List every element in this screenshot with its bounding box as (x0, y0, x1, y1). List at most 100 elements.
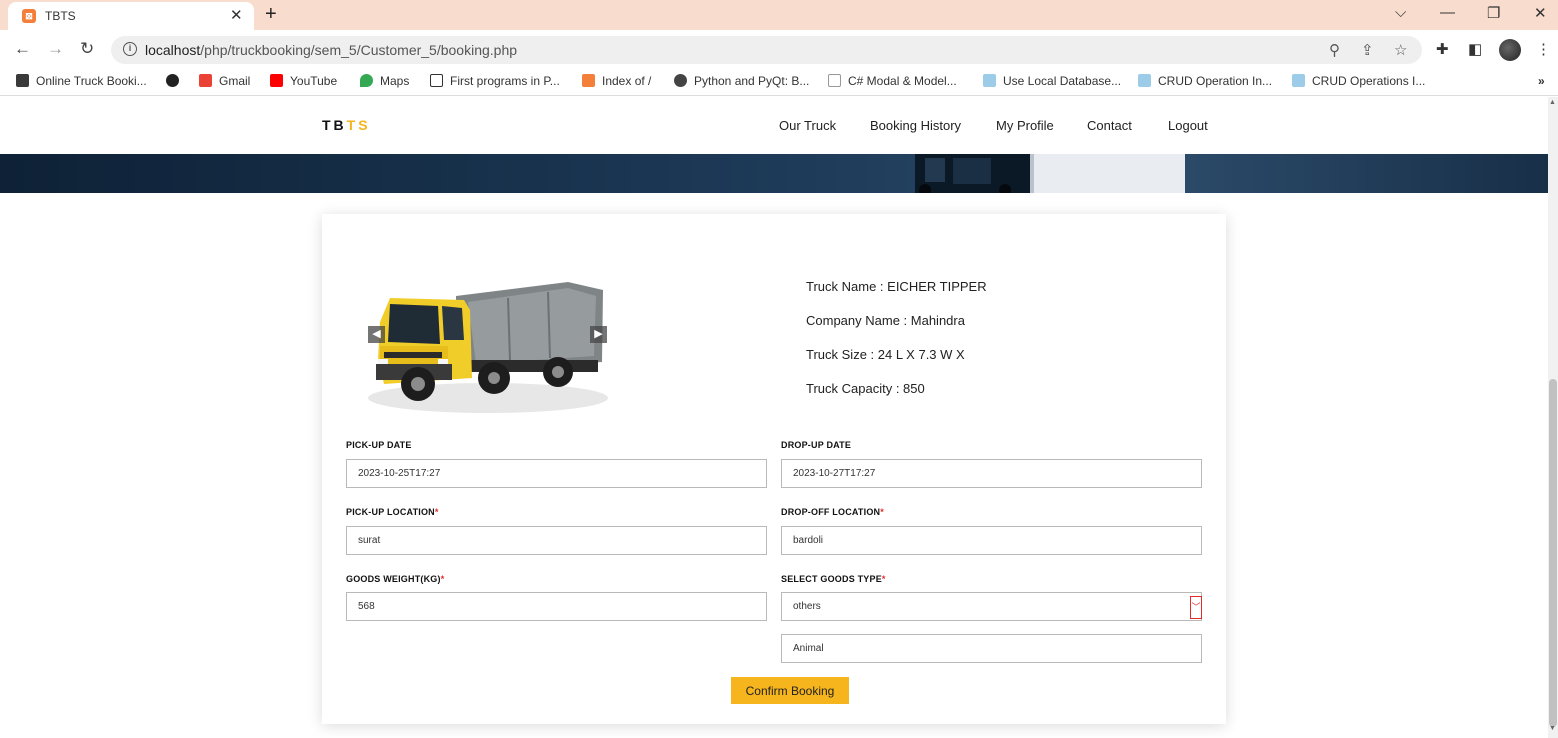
drop-location-input[interactable]: bardoli (781, 526, 1202, 555)
bookmark-star-icon[interactable]: ☆ (1394, 41, 1407, 59)
minimize-icon[interactable]: — (1440, 4, 1455, 21)
bookmark-item[interactable]: Use Local Database... (983, 74, 1121, 88)
drop-date-label: DROP-UP DATE (781, 440, 852, 450)
truck-image (368, 282, 608, 413)
bookmark-label: Gmail (219, 74, 251, 88)
goods-type-label-text: SELECT GOODS TYPE (781, 574, 882, 584)
bookmarks-overflow[interactable]: » (1538, 74, 1545, 88)
bookmarks-bar: Online Truck Booki... Gmail YouTube Maps… (0, 68, 1558, 96)
bookmark-label: C# Modal & Model... (848, 74, 957, 88)
bookmark-label: Online Truck Booki... (36, 74, 147, 88)
bookmark-label: First programs in P... (450, 74, 560, 88)
carousel-next-icon[interactable]: ▶ (590, 326, 607, 343)
page-viewport: TBTS Our Truck Booking History My Profil… (0, 97, 1548, 738)
browser-toolbar: ← → ↻ i localhost/php/truckbooking/sem_5… (0, 30, 1558, 68)
tab-close-icon[interactable]: ✕ (230, 6, 243, 24)
back-icon[interactable]: ← (14, 39, 31, 59)
pickup-location-input[interactable]: surat (346, 526, 767, 555)
goods-type-label: SELECT GOODS TYPE* (781, 574, 886, 584)
confirm-booking-button[interactable]: Confirm Booking (731, 677, 849, 704)
goods-type-value: others (793, 601, 821, 612)
drop-date-input[interactable]: 2023-10-27T17:27 (781, 459, 1202, 488)
bookmark-label: Index of / (602, 74, 652, 88)
new-tab-icon[interactable]: + (265, 3, 277, 26)
hero-banner (0, 154, 1548, 193)
pickup-date-input[interactable]: 2023-10-25T17:27 (346, 459, 767, 488)
site-info-icon[interactable]: i (123, 42, 137, 56)
page-icon (430, 74, 443, 87)
bookmark-label: Maps (380, 74, 410, 88)
other-goods-input[interactable]: Animal (781, 634, 1202, 663)
goods-weight-value: 568 (358, 601, 375, 612)
nav-booking-history[interactable]: Booking History (870, 118, 961, 133)
goods-weight-label: GOODS WEIGHT(KG)* (346, 574, 444, 584)
nav-logout[interactable]: Logout (1168, 118, 1208, 133)
scroll-up-icon[interactable]: ▲ (1549, 99, 1556, 106)
carousel-prev-icon[interactable]: ◀ (368, 326, 385, 343)
bookmark-label: CRUD Operation In... (1158, 74, 1273, 88)
required-mark: * (434, 507, 439, 517)
sql-icon (983, 74, 996, 87)
logo-part-dark: TB (322, 117, 347, 133)
tab-search-icon[interactable]: ⌵ (1395, 4, 1406, 21)
bookmark-item[interactable]: CRUD Operation In... (1138, 74, 1272, 88)
truck-capacity: Truck Capacity : 850 (806, 381, 925, 396)
hero-truck-image (915, 154, 1185, 193)
fx-icon (828, 74, 841, 87)
pickup-date-label: PICK-UP DATE (346, 440, 412, 450)
chevron-down-icon[interactable]: ﹀ (1190, 596, 1202, 619)
share-icon[interactable]: ⇪ (1361, 41, 1374, 59)
scroll-down-icon[interactable]: ▼ (1549, 725, 1556, 732)
required-mark: * (440, 574, 445, 584)
side-panel-icon[interactable]: ◧ (1468, 40, 1482, 58)
address-bar[interactable]: i localhost/php/truckbooking/sem_5/Custo… (111, 36, 1422, 64)
bookmark-globe[interactable] (166, 74, 186, 88)
pickup-location-label-text: PICK-UP LOCATION (346, 507, 435, 517)
gmail-icon (199, 74, 212, 87)
other-goods-value: Animal (793, 643, 824, 654)
bookmark-label: CRUD Operations I... (1312, 74, 1426, 88)
goods-type-select[interactable]: others ﹀ (781, 592, 1202, 621)
site-navbar: TBTS Our Truck Booking History My Profil… (0, 97, 1548, 154)
window-close-icon[interactable]: ✕ (1534, 4, 1547, 22)
bookmark-label: Python and PyQt: B... (694, 74, 810, 88)
forward-icon[interactable]: → (47, 39, 64, 59)
bookmark-item[interactable]: Online Truck Booki... (16, 74, 147, 88)
bookmark-item[interactable]: First programs in P... (430, 74, 560, 88)
bookmark-item[interactable]: CRUD Operations I... (1292, 74, 1425, 88)
reload-icon[interactable]: ↻ (80, 39, 94, 59)
site-logo[interactable]: TBTS (322, 117, 371, 133)
profile-avatar[interactable] (1499, 39, 1521, 61)
bookmark-item[interactable]: Gmail (199, 74, 250, 88)
bookmark-item[interactable]: C# Modal & Model... (828, 74, 957, 88)
bookmark-item[interactable]: Maps (360, 74, 409, 88)
restore-icon[interactable]: ❐ (1487, 4, 1500, 22)
goods-weight-label-text: GOODS WEIGHT(KG) (346, 574, 441, 584)
required-mark: * (881, 574, 886, 584)
nav-contact[interactable]: Contact (1087, 118, 1132, 133)
zoom-icon[interactable]: ⚲ (1329, 41, 1340, 59)
nav-my-profile[interactable]: My Profile (996, 118, 1054, 133)
booking-card: ◀ ▶ Truck Name : EICHER TIPPER Company N… (322, 214, 1226, 724)
drop-location-label: DROP-OFF LOCATION* (781, 507, 884, 517)
truck-carousel: ◀ ▶ (358, 260, 610, 416)
extensions-icon[interactable]: ✚ (1436, 40, 1449, 58)
bookmark-item[interactable]: Python and PyQt: B... (674, 74, 809, 88)
menu-icon[interactable]: ⋮ (1536, 40, 1551, 58)
scroll-thumb[interactable] (1549, 379, 1557, 727)
truck-company: Company Name : Mahindra (806, 313, 965, 328)
nav-our-truck[interactable]: Our Truck (779, 118, 836, 133)
drop-location-label-text: DROP-OFF LOCATION (781, 507, 881, 517)
globe-icon (166, 74, 179, 87)
pickup-date-value: 2023-10-25T17:27 (358, 468, 441, 479)
goods-weight-input[interactable]: 568 (346, 592, 767, 621)
sql-icon (1292, 74, 1305, 87)
bookmark-item[interactable]: YouTube (270, 74, 337, 88)
python-icon (674, 74, 687, 87)
url-text[interactable]: localhost/php/truckbooking/sem_5/Custome… (145, 42, 517, 58)
pickup-location-value: surat (358, 535, 381, 546)
bookmark-label: YouTube (290, 74, 338, 88)
bookmark-item[interactable]: Index of / (582, 74, 651, 88)
page-scrollbar[interactable]: ▲ ▼ (1548, 97, 1558, 738)
browser-tab[interactable]: ⊠ TBTS ✕ (8, 2, 254, 30)
